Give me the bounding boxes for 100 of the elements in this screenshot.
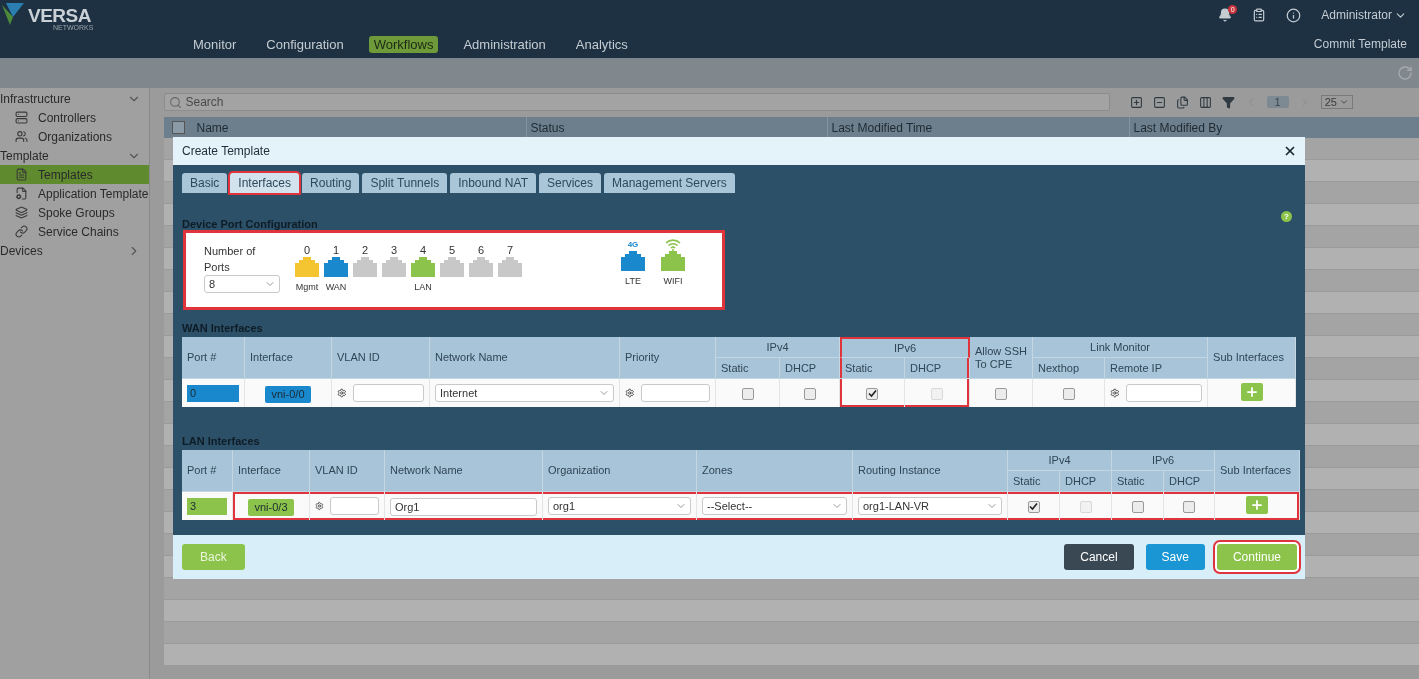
port-number: 5 <box>448 243 456 257</box>
page-size-dropdown[interactable]: 25 <box>1320 95 1353 109</box>
settings-icon[interactable] <box>1110 387 1120 399</box>
column-header: Network Name <box>430 337 620 379</box>
column-header: Interface <box>233 450 310 492</box>
nav-tab[interactable]: Analytics <box>570 35 633 53</box>
input-field[interactable]: Org1 <box>390 497 537 516</box>
input-field[interactable] <box>352 384 424 402</box>
nav-tab[interactable]: Monitor <box>188 35 242 53</box>
commit-template-link[interactable]: Commit Template <box>1313 37 1407 51</box>
close-icon[interactable] <box>1283 144 1297 158</box>
column-header: VLAN ID <box>332 337 430 379</box>
tab[interactable]: Basic <box>182 173 228 193</box>
collapse-icon[interactable] <box>1152 95 1166 109</box>
port-number: 2 <box>361 243 369 257</box>
user-menu[interactable]: Administrator <box>1321 8 1407 22</box>
tab[interactable]: Inbound NAT <box>450 173 536 193</box>
column-header: Organization <box>543 450 697 492</box>
checkbox[interactable] <box>171 121 185 134</box>
sidebar-item[interactable]: Templates <box>0 165 149 184</box>
port-number: 3 <box>187 497 227 515</box>
input-field[interactable] <box>640 384 710 402</box>
port-label: WAN <box>325 282 347 292</box>
nav-tab[interactable]: Administration <box>458 35 551 53</box>
column-header: Static <box>716 358 780 379</box>
plus-icon <box>1250 498 1265 512</box>
dropdown[interactable]: Internet <box>435 384 614 402</box>
column-header: DHCP <box>780 358 840 379</box>
cancel-button[interactable]: Cancel <box>1064 544 1134 570</box>
wifi-icon <box>665 239 681 251</box>
checkmark-icon <box>1029 502 1038 512</box>
clipboard-icon[interactable] <box>1252 8 1267 22</box>
port-number: 0 <box>187 384 239 402</box>
checkbox[interactable] <box>1131 500 1144 513</box>
port-number: 3 <box>390 243 398 257</box>
settings-icon[interactable] <box>315 500 324 512</box>
settings-icon[interactable] <box>337 387 347 399</box>
sidebar-item[interactable]: Controllers <box>0 108 149 127</box>
checkbox[interactable] <box>1027 500 1040 513</box>
refresh-icon[interactable] <box>1397 65 1413 81</box>
nav-tab[interactable]: Configuration <box>261 35 349 53</box>
checkbox[interactable] <box>1062 387 1075 400</box>
spoke-groups-icon <box>15 206 28 219</box>
column-header: Remote IP <box>1105 358 1209 379</box>
dropdown[interactable]: org1 <box>548 497 691 515</box>
search-icon <box>168 95 182 109</box>
dropdown[interactable]: 8 <box>204 275 280 293</box>
checkbox[interactable] <box>995 387 1008 400</box>
checkbox[interactable] <box>803 387 816 400</box>
dropdown[interactable]: org1-LAN-VR <box>858 497 1002 515</box>
sidebar-item[interactable]: Organizations <box>0 127 149 146</box>
signal-label: 4G <box>627 239 639 251</box>
dropdown[interactable]: --Select-- <box>702 497 847 515</box>
input-field[interactable] <box>329 497 379 515</box>
port-number: 0 <box>303 243 311 257</box>
settings-icon[interactable] <box>625 387 635 399</box>
tab[interactable]: Management Servers <box>604 173 735 193</box>
bell-icon[interactable] <box>1218 8 1233 22</box>
port-number: 4 <box>419 243 427 257</box>
save-button[interactable]: Save <box>1145 544 1205 570</box>
tab[interactable]: Interfaces <box>230 173 300 193</box>
tab[interactable]: Split Tunnels <box>362 173 448 193</box>
sidebar-item[interactable]: Spoke Groups <box>0 203 149 222</box>
column-header: Port # <box>182 337 245 379</box>
add-button[interactable] <box>1246 496 1269 514</box>
column-header: Sub Interfaces <box>1208 337 1297 379</box>
field-label: Number of Ports <box>204 244 257 275</box>
column-header: Interface <box>245 337 332 379</box>
search-field[interactable]: Search <box>163 93 1110 111</box>
sidebar-section[interactable]: Devices <box>0 243 43 258</box>
checkbox[interactable] <box>741 387 754 400</box>
sidebar-section[interactable]: Template <box>0 148 49 163</box>
add-button[interactable] <box>1240 383 1263 401</box>
input-field[interactable] <box>1125 384 1203 402</box>
interface-tag: vni-0/0 <box>265 385 311 403</box>
columns-icon[interactable] <box>1198 95 1212 109</box>
sidebar-section[interactable]: Infrastructure <box>0 91 71 106</box>
sidebar-item[interactable]: Application Template <box>0 184 149 203</box>
sidebar-item[interactable]: Service Chains <box>0 222 149 241</box>
column-header: Routing Instance <box>853 450 1008 492</box>
tab[interactable]: Services <box>538 173 601 193</box>
column-header: VLAN ID <box>310 450 385 492</box>
service-chains-icon <box>15 225 28 238</box>
copy-icon[interactable] <box>1175 95 1189 109</box>
plus-icon <box>1244 385 1259 399</box>
templates-icon <box>15 168 28 181</box>
port-label: Mgmt <box>295 282 319 292</box>
checkbox[interactable] <box>866 387 878 400</box>
logo-icon <box>2 3 24 27</box>
info-icon[interactable] <box>1286 7 1302 23</box>
section-title: LAN Interfaces <box>182 435 261 447</box>
nav-tab[interactable]: Workflows <box>368 35 439 53</box>
column-header: Zones <box>697 450 853 492</box>
port-number: 6 <box>477 243 485 257</box>
checkbox[interactable] <box>1183 500 1195 513</box>
column-header: Priority <box>620 337 716 379</box>
filter-icon[interactable] <box>1221 95 1235 109</box>
page-field[interactable]: 1 <box>1266 96 1289 108</box>
tab[interactable]: Routing <box>302 173 360 193</box>
expand-icon[interactable] <box>1129 95 1143 109</box>
